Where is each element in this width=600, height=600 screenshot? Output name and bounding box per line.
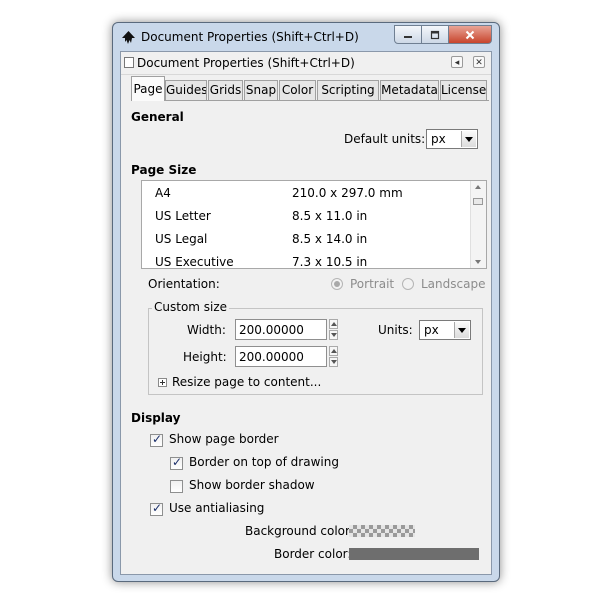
resize-to-content-expander[interactable]: Resize page to content... [172,375,321,389]
page-size-name: A4 [155,186,171,200]
tab-grids[interactable]: Grids [208,80,243,100]
checkmark-icon: ✓ [152,501,163,515]
portrait-label[interactable]: Portrait [350,277,394,291]
chevron-down-icon [454,322,469,338]
dialog-client-area: Document Properties (Shift+Ctrl+D) ◂ ✕ P… [120,51,492,575]
page-tab-panel: General Default units: px Page Size A4 2… [131,100,489,571]
width-field[interactable]: 200.00000 [235,319,327,340]
landscape-label[interactable]: Landscape [421,277,485,291]
tab-color[interactable]: Color [279,80,316,100]
tab-license[interactable]: License [440,80,487,100]
custom-units-value: px [424,323,439,337]
maximize-icon [430,30,440,39]
show-border-shadow-checkbox[interactable] [170,480,183,493]
maximize-button[interactable] [422,25,449,44]
default-units-select[interactable]: px [426,129,478,149]
decrement-icon[interactable] [329,357,338,367]
show-border-shadow-label[interactable]: Show border shadow [189,478,315,492]
show-page-border-label[interactable]: Show page border [169,432,279,446]
tab-snap[interactable]: Snap [244,80,278,100]
custom-units-select[interactable]: px [419,320,471,340]
tab-page[interactable]: Page [131,76,165,101]
width-stepper[interactable] [329,319,338,340]
scroll-up-icon[interactable] [471,181,486,193]
use-antialiasing-checkbox[interactable]: ✓ [150,501,163,516]
scrollbar-thumb[interactable] [473,198,483,205]
expand-icon[interactable] [158,378,167,387]
page-size-dimensions: 8.5 x 11.0 in [292,209,368,223]
tab-scripting[interactable]: Scripting [317,80,379,100]
dock-title: Document Properties (Shift+Ctrl+D) [137,56,355,70]
default-units-value: px [431,132,446,146]
iconify-icon: ◂ [454,58,460,68]
minimize-icon [404,35,412,38]
document-properties-window: Document Properties (Shift+Ctrl+D) Docum… [112,22,500,582]
background-color-label: Background color: [245,524,354,538]
default-units-label: Default units: [344,132,426,146]
list-item[interactable]: A4 210.0 x 297.0 mm [142,182,472,205]
units-label: Units: [378,323,413,337]
use-antialiasing-label[interactable]: Use antialiasing [169,501,264,515]
height-spinbutton[interactable]: 200.00000 [235,346,338,367]
general-heading: General [131,110,184,124]
page-size-dimensions: 7.3 x 10.5 in [292,255,368,269]
page-size-name: US Letter [155,209,211,223]
minimize-button[interactable] [394,25,422,44]
orientation-label: Orientation: [148,277,220,291]
height-field[interactable]: 200.00000 [235,346,327,367]
show-page-border-checkbox[interactable]: ✓ [150,432,163,447]
document-icon [124,57,134,68]
border-on-top-checkbox[interactable]: ✓ [170,455,183,470]
inkscape-app-icon [122,31,135,44]
list-item[interactable]: US Legal 8.5 x 14.0 in [142,228,472,251]
portrait-radio[interactable] [331,278,343,290]
dock-close-button[interactable]: ✕ [473,56,485,68]
border-color-swatch[interactable] [349,548,479,560]
list-item[interactable]: US Executive 7.3 x 10.5 in [142,251,472,269]
display-heading: Display [131,411,181,425]
scroll-down-icon[interactable] [471,256,486,268]
list-item[interactable]: US Letter 8.5 x 11.0 in [142,205,472,228]
width-label: Width: [187,323,226,337]
close-icon [465,30,475,39]
page-size-scrollbar[interactable] [470,181,486,268]
border-color-label: Border color: [274,547,352,561]
chevron-down-icon [461,131,476,147]
page-size-dimensions: 8.5 x 14.0 in [292,232,368,246]
height-value: 200.00000 [239,350,304,364]
increment-icon[interactable] [329,319,338,329]
window-controls [394,25,492,44]
decrement-icon[interactable] [329,330,338,340]
background-color-swatch[interactable] [349,525,415,537]
page-size-heading: Page Size [131,163,197,177]
page-size-name: US Executive [155,255,234,269]
custom-size-legend: Custom size [152,300,230,314]
checkmark-icon: ✓ [172,455,183,469]
close-button[interactable] [449,25,492,44]
tab-bar: Page Guides Grids Snap Color Scripting M… [131,76,489,101]
width-spinbutton[interactable]: 200.00000 [235,319,338,340]
iconify-button[interactable]: ◂ [451,56,463,68]
tab-metadata[interactable]: Metadata [380,80,439,100]
dock-close-icon: ✕ [475,58,483,68]
page-size-dimensions: 210.0 x 297.0 mm [292,186,403,200]
width-value: 200.00000 [239,323,304,337]
increment-icon[interactable] [329,346,338,356]
window-title: Document Properties (Shift+Ctrl+D) [141,30,359,44]
window-titlebar[interactable]: Document Properties (Shift+Ctrl+D) [113,23,499,51]
tab-guides[interactable]: Guides [165,80,207,100]
border-on-top-label[interactable]: Border on top of drawing [189,455,339,469]
height-stepper[interactable] [329,346,338,367]
page-size-name: US Legal [155,232,208,246]
height-label: Height: [183,350,227,364]
checkmark-icon: ✓ [152,432,163,446]
dock-titlebar[interactable]: Document Properties (Shift+Ctrl+D) ◂ ✕ [121,52,491,75]
landscape-radio[interactable] [402,278,414,290]
page-size-list[interactable]: A4 210.0 x 297.0 mm US Letter 8.5 x 11.0… [141,180,487,269]
